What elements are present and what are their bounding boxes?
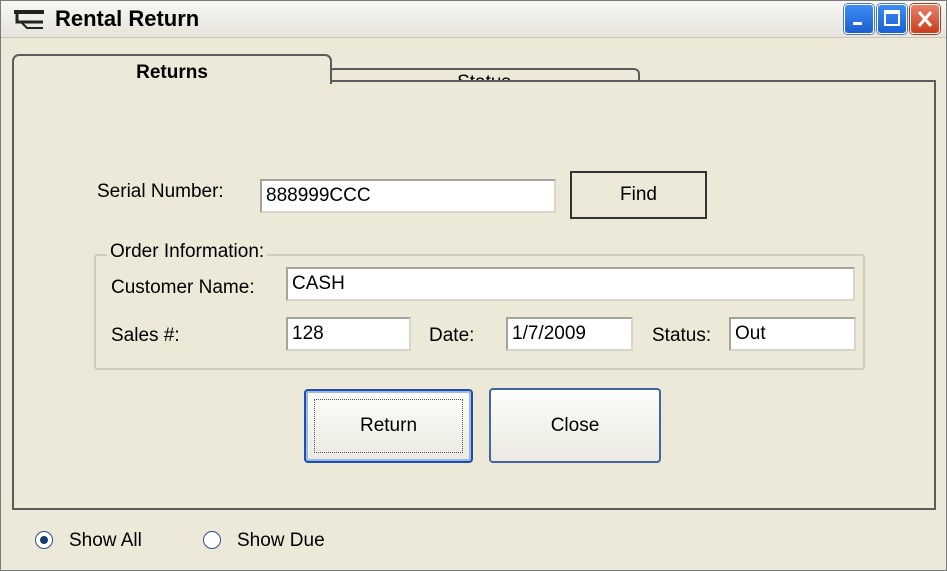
show-due-radio[interactable] xyxy=(203,531,221,549)
tab-returns-label: Returns xyxy=(136,62,208,83)
date-field[interactable]: 1/7/2009 xyxy=(506,317,633,351)
tab-panel-border xyxy=(325,80,936,82)
status-label: Status: xyxy=(652,325,712,346)
maximize-icon xyxy=(884,10,900,26)
minimize-icon xyxy=(853,22,862,25)
sales-number-label: Sales #: xyxy=(111,325,180,346)
minimize-button[interactable] xyxy=(844,4,874,34)
app-icon xyxy=(14,10,44,29)
return-button[interactable]: Return xyxy=(304,389,473,463)
focus-rectangle xyxy=(314,399,463,453)
show-all-label[interactable]: Show All xyxy=(69,530,142,552)
date-label: Date: xyxy=(429,325,475,346)
status-field[interactable]: Out xyxy=(729,317,856,351)
close-button-label: Close xyxy=(550,414,600,436)
close-window-button[interactable] xyxy=(910,4,940,34)
close-button[interactable]: Close xyxy=(489,388,661,463)
rental-return-window: Rental Return Status Returns Serial Numb… xyxy=(0,0,947,571)
order-information-legend: Order Information: xyxy=(107,241,268,263)
radio-selected-dot xyxy=(40,536,48,544)
serial-number-label: Serial Number: xyxy=(97,181,224,202)
serial-number-input[interactable]: 888999CCC xyxy=(260,179,556,213)
sales-number-field[interactable]: 128 xyxy=(286,317,411,351)
title-bar[interactable]: Rental Return xyxy=(1,1,946,38)
close-icon xyxy=(917,11,933,27)
find-button-label: Find xyxy=(620,184,657,205)
customer-name-label: Customer Name: xyxy=(111,277,255,298)
customer-name-field[interactable]: CASH xyxy=(286,267,855,301)
window-title: Rental Return xyxy=(55,6,200,31)
show-due-label[interactable]: Show Due xyxy=(237,530,325,552)
tab-returns[interactable]: Returns xyxy=(12,54,332,84)
find-button[interactable]: Find xyxy=(570,171,707,219)
show-all-radio[interactable] xyxy=(35,531,53,549)
maximize-button[interactable] xyxy=(877,4,907,34)
